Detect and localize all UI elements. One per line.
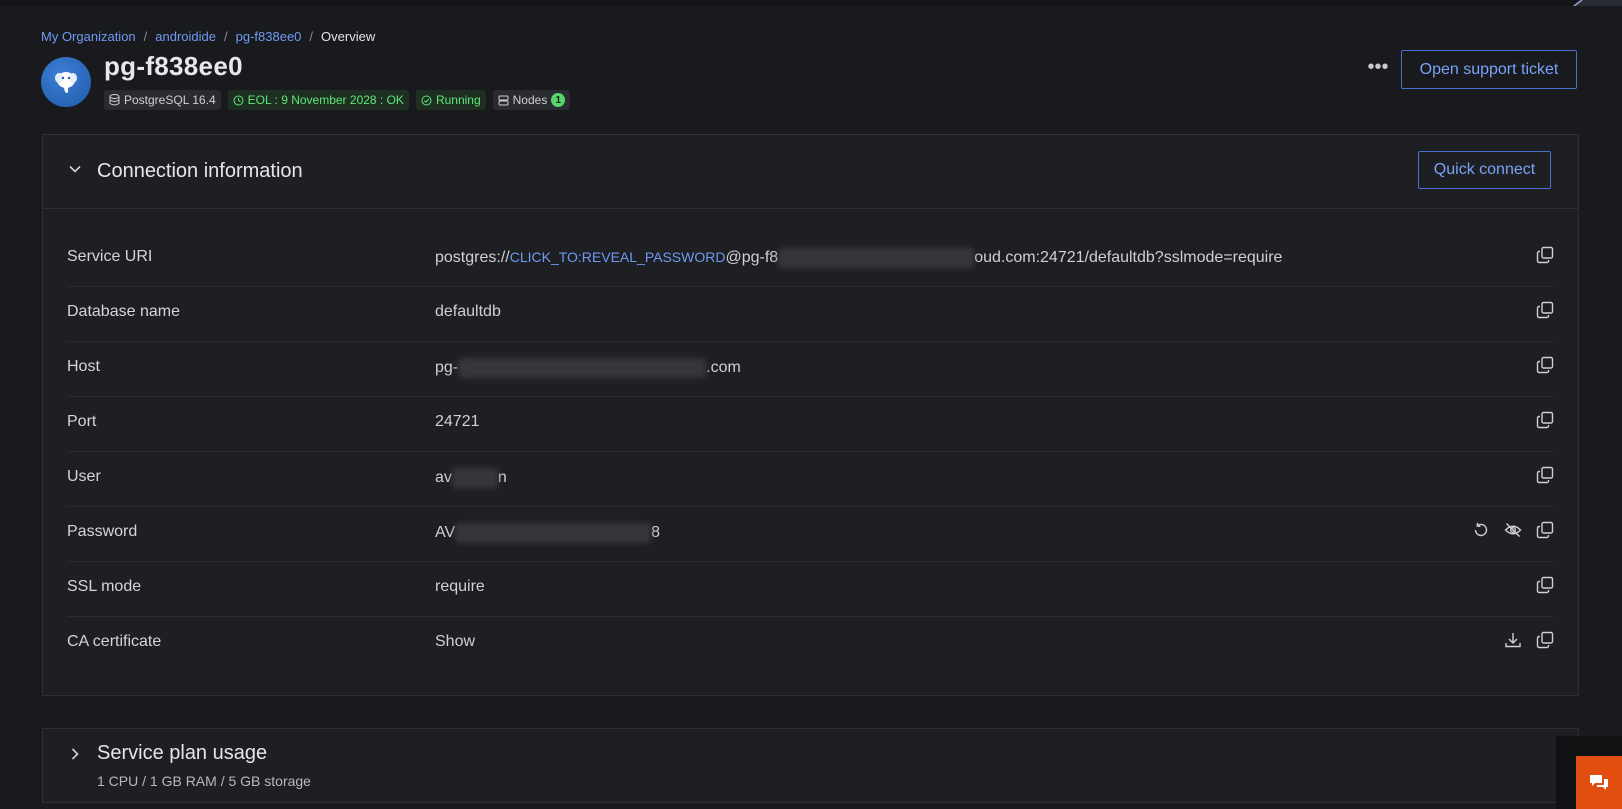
row-actions (1536, 411, 1554, 429)
row-label: Port (67, 413, 97, 430)
refresh-icon[interactable] (1472, 521, 1490, 539)
connection-rows: Service URI postgres://CLICK_TO:REVEAL_P… (67, 232, 1554, 671)
row-label: Password (67, 523, 138, 540)
page-title: pg-f838ee0 (104, 51, 243, 81)
service-tags: PostgreSQL 16.4 EOL : 9 November 2028 : … (104, 90, 571, 110)
breadcrumb-service-link[interactable]: pg-f838ee0 (236, 29, 302, 44)
chat-icon (1590, 774, 1608, 790)
table-row: Port 24721 (67, 397, 1554, 452)
table-row: Service URI postgres://CLICK_TO:REVEAL_P… (67, 232, 1554, 287)
row-actions (1536, 576, 1554, 594)
breadcrumb-org-link[interactable]: My Organization (41, 29, 136, 44)
row-label: User (67, 468, 101, 485)
copy-icon[interactable] (1536, 521, 1554, 539)
row-actions (1504, 631, 1554, 649)
service-plan-title: Service plan usage (97, 742, 268, 764)
eye-off-icon[interactable] (1504, 521, 1522, 539)
redacted-text (458, 358, 707, 378)
breadcrumb-current: Overview (321, 29, 376, 44)
copy-icon[interactable] (1536, 356, 1554, 374)
check-circle-icon (421, 95, 432, 105)
row-actions (1536, 246, 1554, 264)
table-row: Database name defaultdb (67, 287, 1554, 342)
ssl-mode-value: require (435, 578, 485, 595)
service-uri-value: postgres://CLICK_TO:REVEAL_PASSWORD@pg-f… (435, 248, 1282, 268)
database-name-value: defaultdb (435, 303, 501, 320)
connection-info-header[interactable]: Connection information Quick connect (43, 135, 1578, 209)
status-badge-label: Running (435, 93, 481, 107)
elephant-icon (55, 72, 77, 93)
copy-icon[interactable] (1536, 301, 1554, 319)
redacted-text (455, 523, 652, 543)
copy-icon[interactable] (1536, 246, 1554, 264)
table-row: User av n (67, 452, 1554, 507)
more-options-button[interactable]: ••• (1364, 57, 1392, 80)
breadcrumb: My Organization / androidide / pg-f838ee… (41, 29, 375, 44)
row-label: Service URI (67, 248, 153, 265)
redacted-text (778, 248, 975, 268)
reveal-password-link[interactable]: CLICK_TO:REVEAL_PASSWORD (510, 249, 726, 265)
breadcrumb-separator: / (143, 29, 148, 44)
host-start: pg- (435, 359, 459, 377)
redacted-text (451, 468, 498, 488)
open-support-ticket-button[interactable]: Open support ticket (1401, 50, 1577, 89)
password-end: 8 (651, 524, 661, 542)
uri-host-start: @pg-f8 (725, 249, 779, 267)
download-icon[interactable] (1504, 631, 1522, 649)
copy-icon[interactable] (1536, 576, 1554, 594)
row-label: Host (67, 358, 100, 375)
password-value: AV 8 (435, 523, 660, 543)
corner-decoration (1572, 0, 1622, 6)
row-actions (1472, 521, 1554, 539)
copy-icon[interactable] (1536, 411, 1554, 429)
eol-tag: EOL : 9 November 2028 : OK (227, 90, 409, 110)
database-icon (109, 94, 120, 106)
connection-info-card: Connection information Quick connect Ser… (42, 134, 1579, 696)
copy-icon[interactable] (1536, 631, 1554, 649)
eol-tag-label: EOL : 9 November 2028 : OK (247, 93, 404, 107)
chevron-down-icon[interactable] (67, 161, 83, 177)
breadcrumb-separator: / (224, 29, 228, 44)
chevron-right-icon[interactable] (67, 746, 83, 762)
connection-info-title: Connection information (97, 160, 303, 182)
uri-host-end: oud.com:24721/defaultdb?sslmode=require (974, 249, 1283, 267)
engine-tag-label: PostgreSQL 16.4 (124, 93, 216, 107)
service-plan-card[interactable]: Service plan usage 1 CPU / 1 GB RAM / 5 … (42, 728, 1579, 803)
show-certificate-link[interactable]: Show (435, 633, 475, 651)
uri-scheme: postgres:// (435, 249, 510, 267)
breadcrumb-separator: / (309, 29, 314, 44)
host-value: pg- .com (435, 358, 741, 378)
chat-button[interactable] (1576, 756, 1622, 809)
table-row: Password AV 8 (67, 507, 1554, 562)
user-end: n (497, 469, 507, 487)
port-value: 24721 (435, 413, 480, 430)
breadcrumb-project-link[interactable]: androidide (155, 29, 216, 44)
status-badge: Running (415, 90, 486, 110)
engine-tag: PostgreSQL 16.4 (104, 90, 221, 110)
row-label: Database name (67, 303, 180, 320)
clock-icon (233, 95, 244, 105)
quick-connect-button[interactable]: Quick connect (1418, 151, 1551, 189)
password-start: AV (435, 524, 456, 542)
top-bar (0, 0, 1622, 6)
service-plan-summary: 1 CPU / 1 GB RAM / 5 GB storage (97, 773, 311, 789)
user-value: av n (435, 468, 507, 488)
user-start: av (435, 469, 452, 487)
row-label: SSL mode (67, 578, 142, 595)
row-label: CA certificate (67, 633, 162, 650)
table-row: CA certificate Show (67, 617, 1554, 671)
table-row: Host pg- .com (67, 342, 1554, 397)
nodes-tag[interactable]: Nodes 1 (492, 90, 571, 110)
row-actions (1536, 301, 1554, 319)
host-end: .com (706, 359, 741, 377)
row-actions (1536, 356, 1554, 374)
row-actions (1536, 466, 1554, 484)
nodes-count-badge: 1 (551, 93, 566, 107)
server-icon (498, 95, 509, 105)
table-row: SSL mode require (67, 562, 1554, 617)
service-avatar (41, 57, 91, 107)
nodes-tag-label: Nodes (512, 93, 548, 107)
copy-icon[interactable] (1536, 466, 1554, 484)
